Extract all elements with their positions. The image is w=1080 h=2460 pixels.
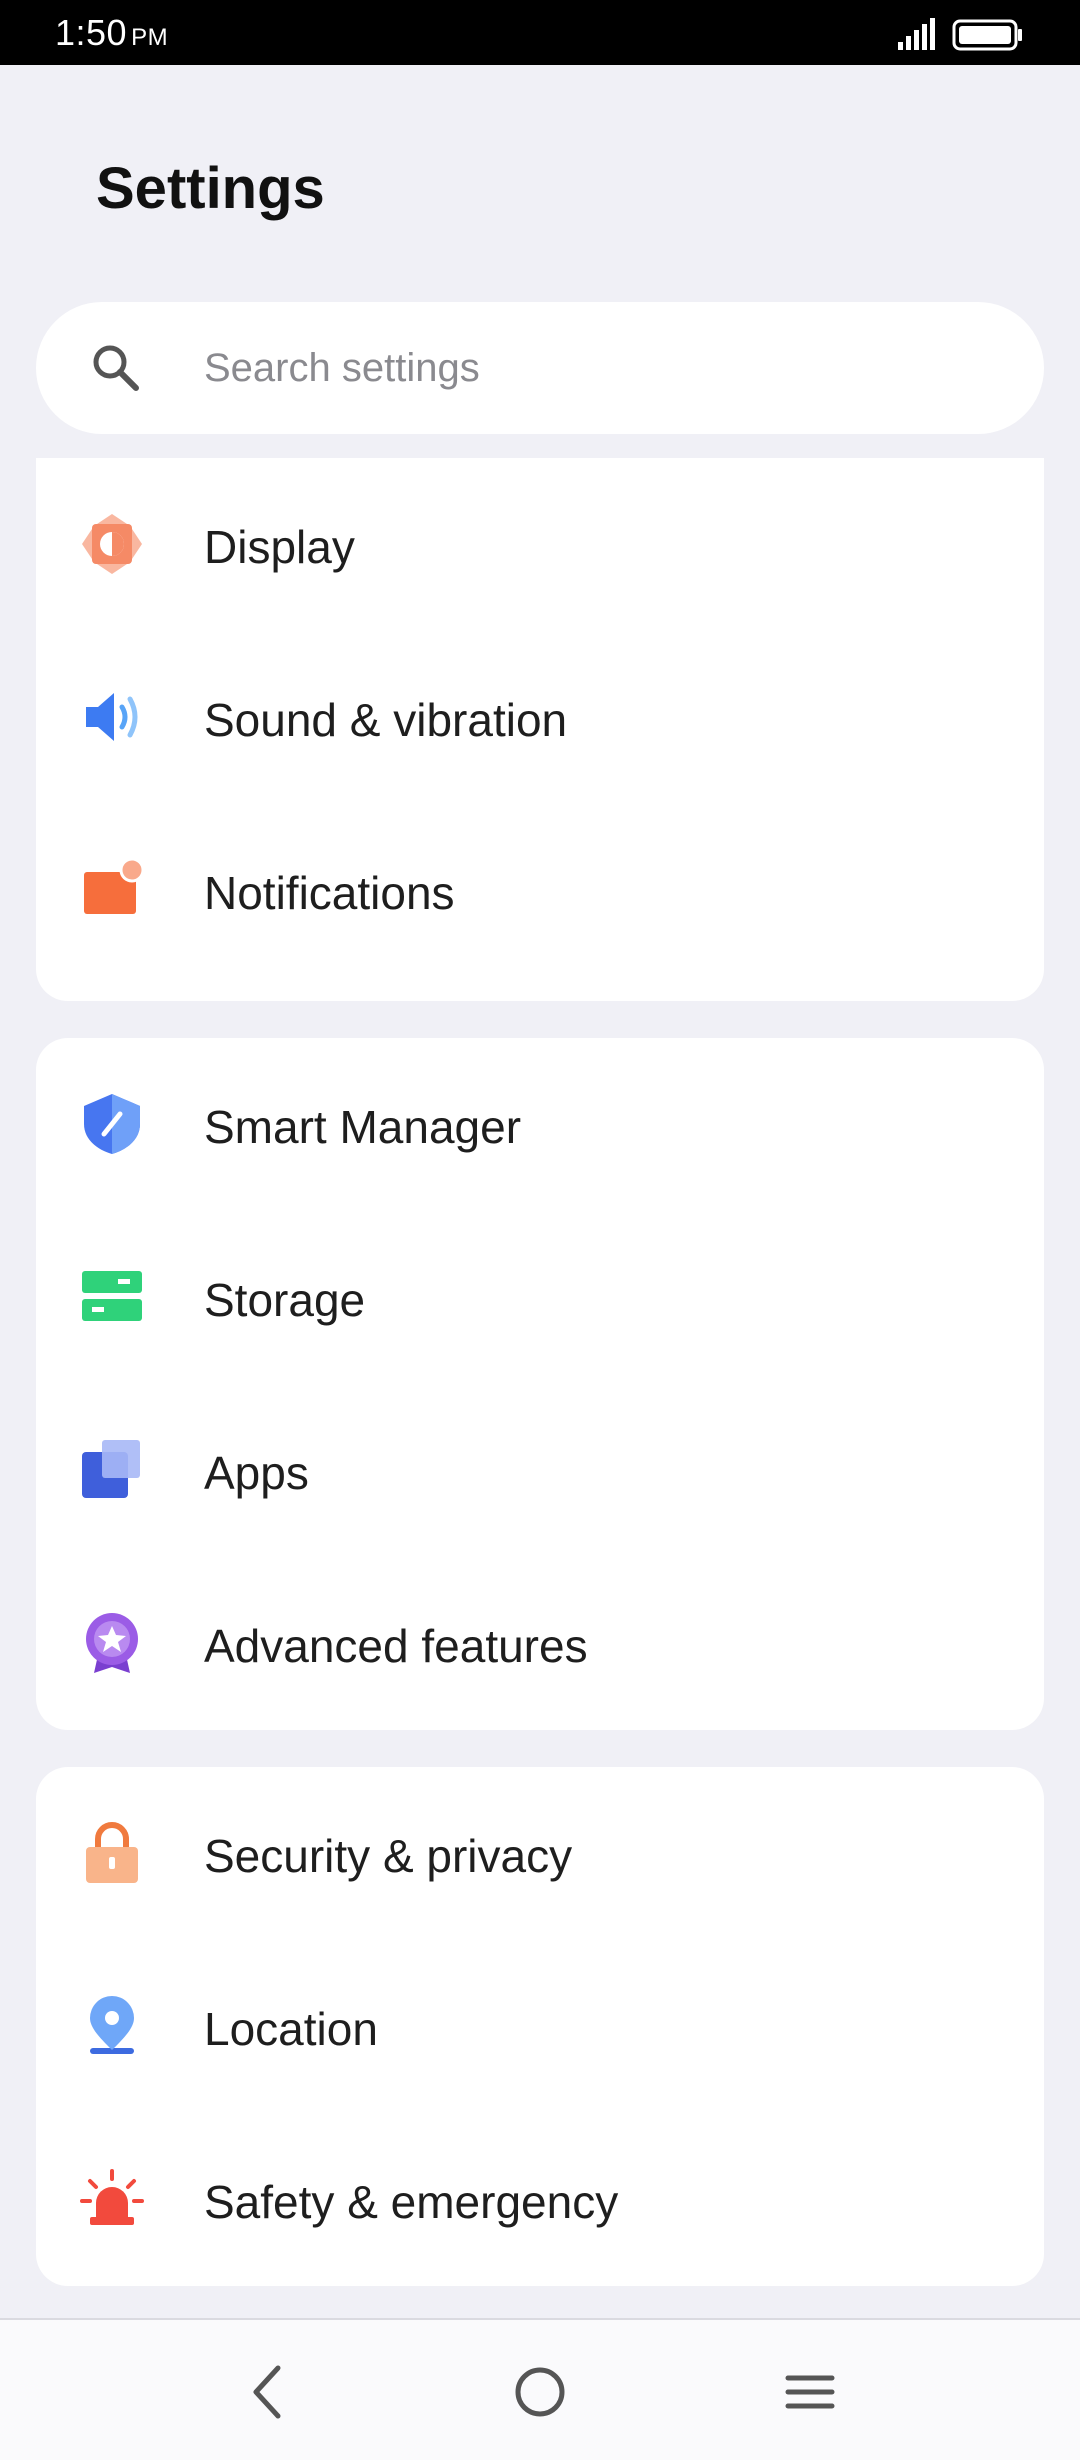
notifications-icon xyxy=(84,858,144,914)
apps-icon xyxy=(82,1440,140,1498)
settings-item-safety[interactable]: Safety & emergency xyxy=(36,2113,1044,2286)
settings-item-label: Advanced features xyxy=(204,1620,588,1672)
settings-item-label: Security & privacy xyxy=(204,1830,573,1882)
settings-item-sound[interactable]: Sound & vibration xyxy=(36,631,1044,804)
settings-item-label: Sound & vibration xyxy=(204,694,568,746)
storage-icon xyxy=(82,1271,142,1321)
shield-icon xyxy=(84,1094,140,1154)
settings-item-label: Location xyxy=(204,2003,378,2055)
time-ampm: PM xyxy=(131,24,169,51)
search-icon xyxy=(93,345,139,391)
settings-item-label: Apps xyxy=(204,1447,309,1499)
settings-item-label: Safety & emergency xyxy=(204,2176,619,2228)
star-badge-icon xyxy=(86,1613,138,1673)
display-icon xyxy=(82,514,142,574)
signal-icon xyxy=(898,18,935,50)
settings-item-security[interactable]: Security & privacy xyxy=(36,1767,1044,1940)
settings-group-3: Security & privacy Location Safety & eme… xyxy=(36,1767,1044,2286)
time-text: 1:50 xyxy=(55,12,128,53)
siren-icon xyxy=(80,2169,144,2225)
settings-item-storage[interactable]: Storage xyxy=(36,1211,1044,1384)
location-pin-icon xyxy=(90,1996,134,2054)
status-time: 1:50 PM xyxy=(55,12,168,54)
settings-group-2: Smart Manager Storage Apps Advanced feat… xyxy=(36,1038,1044,1730)
search-bar[interactable]: Search settings xyxy=(36,302,1044,434)
settings-item-location[interactable]: Location xyxy=(36,1940,1044,2113)
settings-group-1: Display Sound & vibration Notifications xyxy=(36,458,1044,1001)
settings-item-smart-manager[interactable]: Smart Manager xyxy=(36,1038,1044,1211)
menu-icon[interactable] xyxy=(778,2360,842,2424)
home-icon[interactable] xyxy=(508,2360,572,2424)
page-title: Settings xyxy=(96,156,325,221)
settings-item-notifications[interactable]: Notifications xyxy=(36,804,1044,977)
settings-item-label: Display xyxy=(204,521,355,573)
settings-item-label: Smart Manager xyxy=(204,1101,522,1153)
settings-item-label: Storage xyxy=(204,1274,366,1326)
status-bar: 1:50 PM xyxy=(0,0,1080,65)
navigation-bar xyxy=(0,2320,1080,2460)
settings-item-display[interactable]: Display xyxy=(36,458,1044,631)
back-icon[interactable] xyxy=(238,2360,302,2424)
battery-icon xyxy=(952,19,1022,51)
settings-item-advanced-features[interactable]: Advanced features xyxy=(36,1557,1044,1730)
search-input[interactable]: Search settings xyxy=(204,346,480,391)
lock-icon xyxy=(86,1822,138,1883)
settings-item-label: Notifications xyxy=(204,867,455,919)
settings-item-apps[interactable]: Apps xyxy=(36,1384,1044,1557)
sound-icon xyxy=(86,693,138,741)
